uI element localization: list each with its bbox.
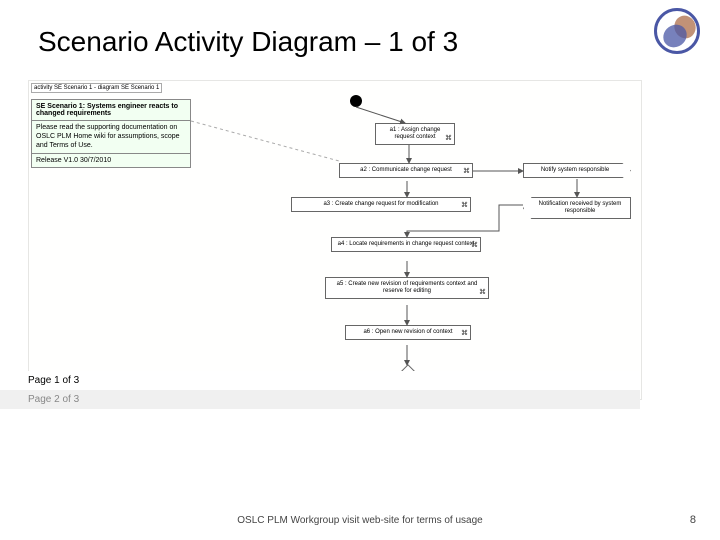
activity-label: a3 : Create change request for modificat…	[323, 201, 438, 207]
note-body: Please read the supporting documentation…	[32, 121, 190, 154]
signal-notify: Notify system responsible	[523, 163, 631, 178]
activity-label: a1 : Assign change request context	[390, 127, 441, 140]
activity-a3: a3 : Create change request for modificat…	[291, 197, 471, 212]
footer-text: OSLC PLM Workgroup visit web-site for te…	[0, 515, 720, 526]
logo-icon	[654, 8, 700, 54]
activity-label: a6 : Open new revision of context	[363, 329, 452, 335]
signal-label: Notify system responsible	[541, 167, 609, 173]
activity-label: a4 : Locate requirements in change reque…	[338, 241, 475, 247]
frame-label: activity SE Scenario 1 - diagram SE Scen…	[31, 83, 162, 93]
receive-notification: Notification received by system responsi…	[523, 197, 631, 219]
slide: Scenario Activity Diagram – 1 of 3 activ…	[0, 0, 720, 540]
note-title: SE Scenario 1: Systems engineer reacts t…	[32, 100, 190, 121]
activity-a6: a6 : Open new revision of context ⌘	[345, 325, 471, 340]
diagram-stage: activity SE Scenario 1 - diagram SE Scen…	[28, 80, 642, 400]
rake-icon: ⌘	[471, 242, 478, 250]
diagram-note: SE Scenario 1: Systems engineer reacts t…	[31, 99, 191, 168]
activity-a4: a4 : Locate requirements in change reque…	[331, 237, 481, 252]
rake-icon: ⌘	[461, 330, 468, 338]
rake-icon: ⌘	[479, 289, 486, 297]
activity-a5: a5 : Create new revision of requirements…	[325, 277, 489, 299]
activity-label: a5 : Create new revision of requirements…	[337, 281, 478, 294]
receive-label: Notification received by system responsi…	[539, 201, 622, 214]
initial-node-icon	[350, 95, 362, 107]
activity-a1: a1 : Assign change request context ⌘	[375, 123, 455, 145]
page-number: 8	[690, 514, 696, 526]
page-band-2: Page 2 of 3	[0, 390, 640, 409]
activity-a2: a2 : Communicate change request ⌘	[339, 163, 473, 178]
note-release: Release V1.0 30/7/2010	[32, 154, 190, 167]
page-title: Scenario Activity Diagram – 1 of 3	[38, 26, 458, 58]
rake-icon: ⌘	[445, 135, 452, 143]
activity-label: a2 : Communicate change request	[360, 167, 452, 173]
page-band-1: Page 1 of 3	[0, 371, 640, 390]
rake-icon: ⌘	[463, 168, 470, 176]
rake-icon: ⌘	[461, 202, 468, 210]
